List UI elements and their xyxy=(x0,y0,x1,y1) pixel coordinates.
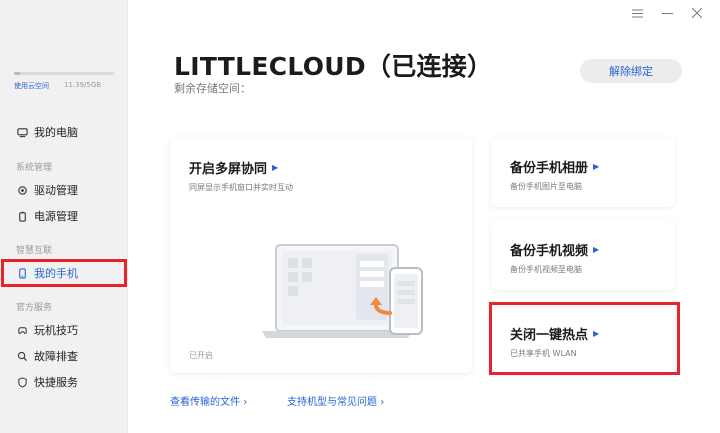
cloud-size: 11.39/5GB xyxy=(64,81,102,89)
hotspot-highlight-box xyxy=(489,302,680,375)
sidebar-item-quick-service[interactable]: 快捷服务 xyxy=(16,372,78,392)
menu-icon[interactable] xyxy=(622,5,652,21)
cloud-usage-fill xyxy=(14,72,20,75)
device-title: LITTLECLOUD（已连接） xyxy=(174,52,493,81)
multiscreen-subtitle: 同屏显示手机窗口并实时互动 xyxy=(189,183,293,192)
sidebar-item-label: 我的电脑 xyxy=(34,126,78,139)
window-controls xyxy=(622,5,712,21)
chevron-right-icon: › xyxy=(243,397,248,408)
play-arrow-icon: ▶ xyxy=(593,245,600,254)
use-cloud-link[interactable]: 使用云空间 xyxy=(14,81,49,91)
sidebar-item-power[interactable]: 电源管理 xyxy=(16,206,78,226)
sidebar-highlight-box xyxy=(1,259,127,287)
group-title-smart: 智慧互联 xyxy=(16,246,53,256)
cloud-usage-bar xyxy=(14,72,114,75)
backup-videos-card[interactable]: 备份手机视频 ▶ 备份手机视频至电脑 xyxy=(491,220,675,290)
sidebar-item-troubleshoot[interactable]: 故障排查 xyxy=(16,346,78,366)
backup-photos-title[interactable]: 备份手机相册 ▶ xyxy=(510,157,599,176)
sidebar-item-label: 快捷服务 xyxy=(34,376,78,389)
backup-photos-title-text: 备份手机相册 xyxy=(510,161,589,176)
controller-icon xyxy=(16,324,28,336)
group-title-system: 系统管理 xyxy=(16,163,53,173)
gear-icon xyxy=(16,184,28,196)
storage-label: 剩余存储空间： xyxy=(174,82,251,95)
backup-photos-card[interactable]: 备份手机相册 ▶ 备份手机图片至电脑 xyxy=(491,137,675,207)
supported-models-link[interactable]: 支持机型与常见问题 › xyxy=(287,393,384,408)
group-title-service: 官方服务 xyxy=(16,303,53,313)
battery-icon xyxy=(16,210,28,222)
unbind-button[interactable]: 解除绑定 xyxy=(580,59,682,83)
transferred-files-label: 查看传输的文件 xyxy=(170,397,240,408)
sidebar: 使用云空间 11.39/5GB 我的电脑 系统管理 驱动管理 电源管理 智慧互联… xyxy=(0,0,128,433)
multiscreen-title-text: 开启多屏协同 xyxy=(189,162,268,177)
backup-videos-subtitle: 备份手机视频至电脑 xyxy=(510,265,582,274)
multiscreen-card[interactable]: 开启多屏协同 ▶ 同屏显示手机窗口并实时互动 已开启 xyxy=(170,137,472,373)
play-arrow-icon: ▶ xyxy=(593,162,600,171)
sidebar-item-tips[interactable]: 玩机技巧 xyxy=(16,320,78,340)
sidebar-item-my-pc[interactable]: 我的电脑 xyxy=(16,122,78,142)
transferred-files-link[interactable]: 查看传输的文件 › xyxy=(170,393,247,408)
multiscreen-title[interactable]: 开启多屏协同 ▶ xyxy=(189,158,293,177)
chevron-right-icon: › xyxy=(380,397,385,408)
backup-photos-subtitle: 备份手机图片至电脑 xyxy=(510,182,582,191)
sidebar-item-driver[interactable]: 驱动管理 xyxy=(16,180,78,200)
monitor-icon xyxy=(16,126,28,138)
sidebar-item-label: 故障排查 xyxy=(34,350,78,363)
minimize-icon[interactable] xyxy=(652,5,682,21)
sidebar-item-label: 玩机技巧 xyxy=(34,324,78,337)
sidebar-item-label: 电源管理 xyxy=(34,210,78,223)
backup-videos-title-text: 备份手机视频 xyxy=(510,244,589,259)
backup-videos-title[interactable]: 备份手机视频 ▶ xyxy=(510,240,599,259)
laptop-phone-illustration xyxy=(262,244,423,338)
shield-icon xyxy=(16,376,28,388)
search-icon xyxy=(16,350,28,362)
play-arrow-icon: ▶ xyxy=(272,163,279,172)
supported-models-label: 支持机型与常见问题 xyxy=(287,397,377,408)
close-icon[interactable] xyxy=(682,5,712,21)
sidebar-item-label: 驱动管理 xyxy=(34,184,78,197)
multiscreen-status: 已开启 xyxy=(189,351,213,360)
